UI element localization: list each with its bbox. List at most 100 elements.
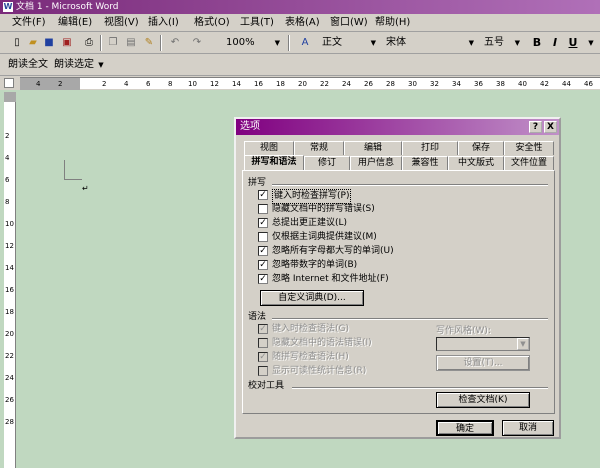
ruler-tick-label: 6 <box>5 176 10 184</box>
ruler-margin <box>20 78 80 90</box>
tab-compatibility[interactable]: 兼容性 <box>402 156 448 170</box>
checkbox-label: 仅根据主词典提供建议(M) <box>272 232 377 242</box>
ruler-tick-label: 28 <box>5 418 14 426</box>
tab-spelling-grammar[interactable]: 拼写和语法 <box>244 155 304 170</box>
tab-edit[interactable]: 编辑 <box>344 141 402 155</box>
font-select[interactable]: 宋体 ▼ <box>382 35 476 51</box>
permission-icon[interactable]: ▣ <box>60 36 74 50</box>
ruler-tick-label: 2 <box>5 132 10 140</box>
custom-dictionaries-button[interactable]: 自定义词典(D)... <box>260 290 364 306</box>
chevron-down-icon[interactable]: ▼ <box>94 58 108 72</box>
ruler-tick-label: 38 <box>496 80 505 88</box>
bold-button[interactable]: B <box>530 36 544 50</box>
menu-window[interactable]: 窗口(W) <box>330 17 368 29</box>
checkbox[interactable]: ✓ <box>258 246 268 256</box>
ruler-tick-label: 26 <box>5 396 14 404</box>
tab-general[interactable]: 常规 <box>294 141 344 155</box>
checkbox[interactable] <box>258 232 268 242</box>
ok-button[interactable]: 确定 <box>436 420 494 436</box>
help-button[interactable]: ? <box>529 121 542 133</box>
menu-view[interactable]: 视图(V) <box>104 17 139 29</box>
save-icon[interactable]: ■ <box>42 36 56 50</box>
checkbox[interactable]: ✓ <box>258 260 268 270</box>
ruler-tick-label: 16 <box>5 286 14 294</box>
close-button[interactable]: X <box>544 121 557 133</box>
read-all-button[interactable]: 朗读全文 <box>8 58 48 72</box>
ruler-tick-label: 14 <box>5 264 14 272</box>
checkbox[interactable]: ✓ <box>258 324 268 334</box>
paste-icon[interactable]: ▤ <box>124 36 138 50</box>
chevron-down-icon: ▼ <box>370 39 376 47</box>
format-painter-icon[interactable]: ✎ <box>142 36 156 50</box>
underline-button[interactable]: U <box>566 36 580 50</box>
tab-track-changes[interactable]: 修订 <box>304 156 350 170</box>
tab-view[interactable]: 视图 <box>244 141 294 155</box>
ruler-tick-label: 12 <box>5 242 14 250</box>
checkbox[interactable]: ✓ <box>258 190 268 200</box>
tab-file-locations[interactable]: 文件位置 <box>504 156 554 170</box>
grammar-settings-button[interactable]: 设置(T)... <box>436 355 530 371</box>
tab-stop-selector[interactable] <box>4 78 14 88</box>
italic-button[interactable]: I <box>548 36 562 50</box>
ruler-tick-label: 4 <box>5 154 10 162</box>
checkbox[interactable] <box>258 366 268 376</box>
new-document-icon[interactable]: ▯ <box>10 36 24 50</box>
redo-icon[interactable]: ↷ <box>190 36 204 50</box>
menu-format[interactable]: 格式(O) <box>194 17 230 29</box>
read-selection-button[interactable]: 朗读选定 <box>54 58 94 72</box>
tab-user-info[interactable]: 用户信息 <box>350 156 402 170</box>
font-size-select[interactable]: 五号 ▼ <box>480 35 522 51</box>
tab-asian-typography[interactable]: 中文版式 <box>448 156 504 170</box>
checkbox[interactable]: ✓ <box>258 218 268 228</box>
toolbar-separator <box>288 35 290 51</box>
checkbox-label: 随拼写检查语法(H) <box>272 352 349 362</box>
menu-bar: 文件(F) 编辑(E) 视图(V) 插入(I) 格式(O) 工具(T) 表格(A… <box>0 14 600 32</box>
grammar-group-label: 语法 <box>248 312 267 322</box>
ruler-tick-label: 40 <box>518 80 527 88</box>
vertical-ruler[interactable]: 2 4 6 8 10 12 14 16 18 20 22 24 26 28 <box>4 92 16 468</box>
checkbox[interactable] <box>258 204 268 214</box>
chevron-down-icon[interactable]: ▼ <box>584 36 598 50</box>
ruler-tick-label: 42 <box>540 80 549 88</box>
ruler-tick-label: 2 <box>58 80 63 88</box>
menu-help[interactable]: 帮助(H) <box>375 17 410 29</box>
toolbar-separator <box>160 35 162 51</box>
menu-file[interactable]: 文件(F) <box>12 17 46 29</box>
menu-table[interactable]: 表格(A) <box>285 17 320 29</box>
ruler-tick-label: 10 <box>188 80 197 88</box>
dialog-title: 选项 <box>240 121 260 132</box>
style-select[interactable]: 正文 ▼ <box>318 35 378 51</box>
zoom-select[interactable]: 100% ▼ <box>222 35 282 51</box>
chevron-down-icon: ▼ <box>468 39 474 47</box>
recheck-document-button[interactable]: 检查文档(K) <box>436 392 530 408</box>
ruler-tick-label: 22 <box>5 352 14 360</box>
ruler-tick-label: 20 <box>5 330 14 338</box>
chevron-down-icon: ▼ <box>274 39 280 47</box>
checkbox[interactable] <box>258 338 268 348</box>
print-icon[interactable]: ⎙ <box>82 36 96 50</box>
checkbox[interactable]: ✓ <box>258 352 268 362</box>
open-folder-icon[interactable]: ▰ <box>26 36 40 50</box>
ruler-tick-label: 12 <box>210 80 219 88</box>
horizontal-ruler[interactable]: 4 2 2 4 6 8 10 12 14 16 18 20 22 24 26 2… <box>20 77 600 90</box>
copy-icon[interactable]: ❐ <box>106 36 120 50</box>
tab-print[interactable]: 打印 <box>402 141 458 155</box>
menu-tools[interactable]: 工具(T) <box>240 17 274 29</box>
tab-save[interactable]: 保存 <box>458 141 504 155</box>
styles-icon[interactable]: A <box>298 36 312 50</box>
undo-icon[interactable]: ↶ <box>168 36 182 50</box>
ruler-tick-label: 8 <box>5 198 10 206</box>
ruler-tick-label: 14 <box>232 80 241 88</box>
spelling-group-label: 拼写 <box>248 178 267 188</box>
menu-insert[interactable]: 插入(I) <box>148 17 179 29</box>
group-divider <box>272 184 548 186</box>
writing-style-select[interactable]: ▼ <box>436 337 530 351</box>
menu-edit[interactable]: 编辑(E) <box>58 17 92 29</box>
tab-security[interactable]: 安全性 <box>504 141 554 155</box>
cancel-button[interactable]: 取消 <box>502 420 554 436</box>
checkbox[interactable]: ✓ <box>258 274 268 284</box>
ruler-tick-label: 18 <box>276 80 285 88</box>
ruler-tick-label: 26 <box>364 80 373 88</box>
checkbox-label: 忽略所有字母都大写的单词(U) <box>272 246 394 256</box>
ruler-tick-label: 28 <box>386 80 395 88</box>
